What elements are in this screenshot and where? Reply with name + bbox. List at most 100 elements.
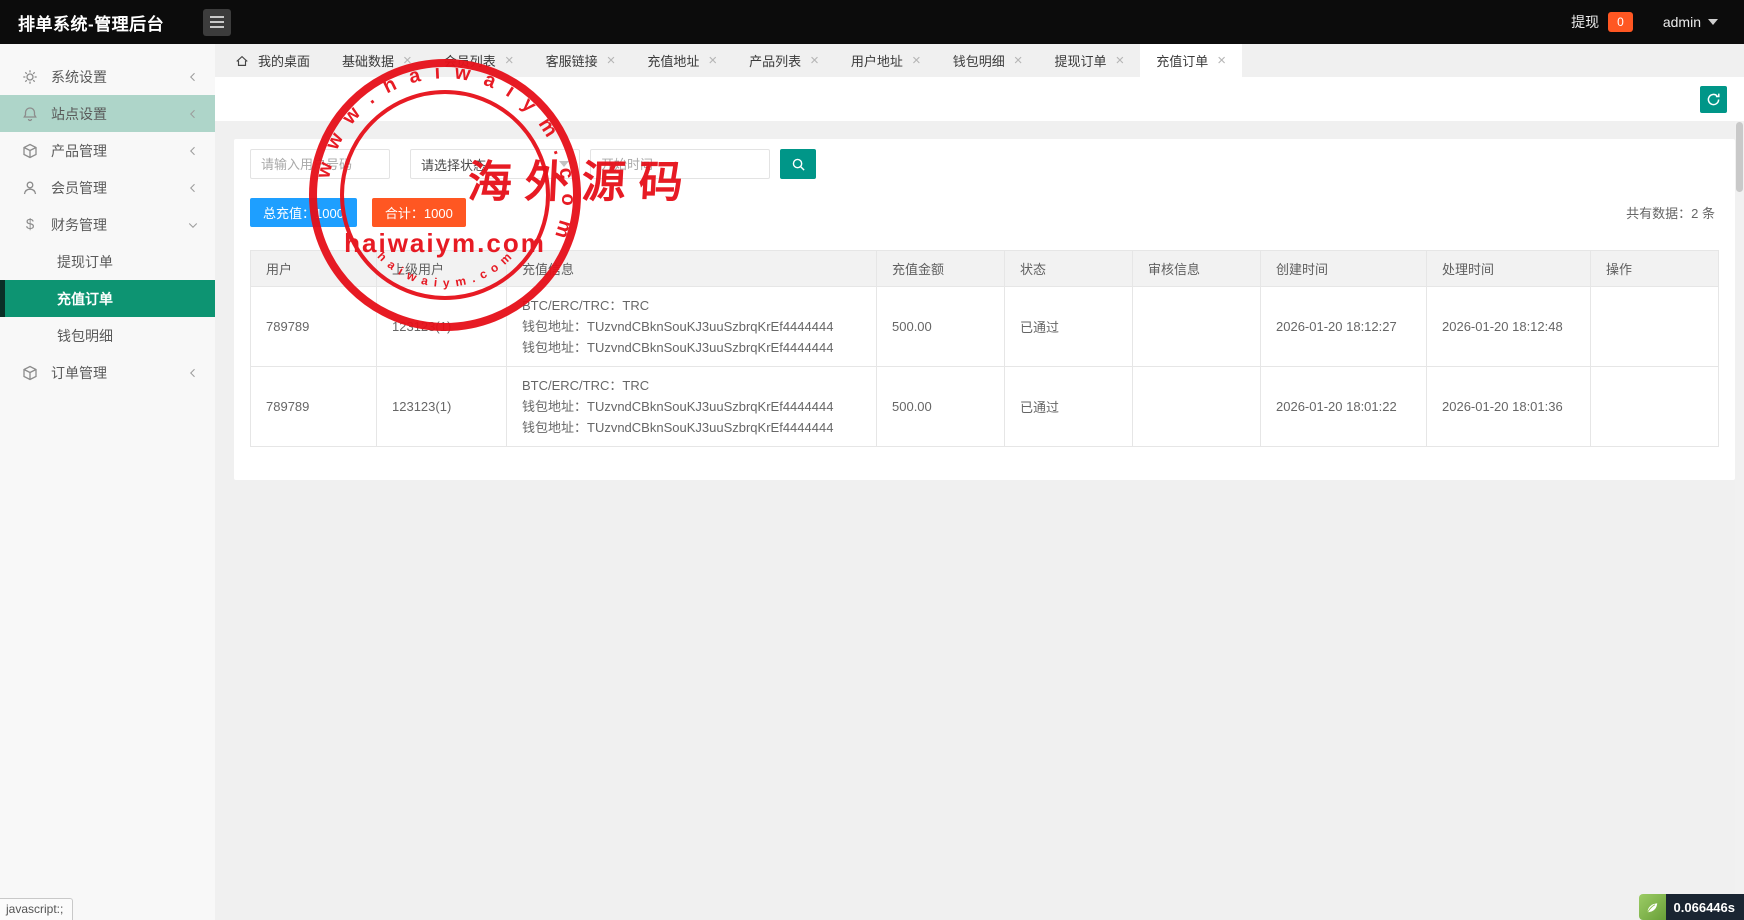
user-number-input[interactable] <box>250 149 390 179</box>
tab-service-link[interactable]: 客服链接 × <box>530 44 632 77</box>
sidebar-subitem-recharge-orders[interactable]: 充值订单 <box>0 280 215 317</box>
col-user: 用户 <box>251 251 377 287</box>
sidebar-subitem-withdraw-orders[interactable]: 提现订单 <box>0 243 215 280</box>
content-area: 请选择状态 总充值：1000 合计：1000 共有数据：2 条 <box>215 121 1744 480</box>
status-select[interactable]: 请选择状态 <box>410 149 580 179</box>
package-icon <box>22 143 38 159</box>
home-icon <box>235 54 249 68</box>
close-icon[interactable]: × <box>403 53 412 68</box>
close-icon[interactable]: × <box>1014 53 1023 68</box>
tab-recharge-orders[interactable]: 充值订单 × <box>1140 44 1242 77</box>
close-icon[interactable]: × <box>607 53 616 68</box>
finance-submenu: 提现订单 充值订单 钱包明细 <box>0 243 215 354</box>
tab-member-list[interactable]: 会员列表 × <box>428 44 530 77</box>
user-icon <box>22 180 38 196</box>
chevron-left-icon <box>187 108 199 120</box>
refresh-button[interactable] <box>1700 86 1727 113</box>
tab-label: 提现订单 <box>1054 51 1106 70</box>
sidebar-item-site-settings[interactable]: 站点设置 <box>0 95 215 132</box>
orders-table: 用户 上级用户 充值信息 充值金额 状态 审核信息 创建时间 处理时间 操作 7… <box>250 250 1719 447</box>
close-icon[interactable]: × <box>505 53 514 68</box>
start-time-input[interactable] <box>590 149 770 179</box>
chevron-left-icon <box>187 145 199 157</box>
package-icon <box>22 365 38 381</box>
tab-home[interactable]: 我的桌面 <box>219 44 326 77</box>
topbar: 排单系统-管理后台 提现 0 admin <box>0 0 1744 44</box>
topbar-right: 提现 0 admin <box>1571 12 1744 32</box>
scrollbar-thumb[interactable] <box>1736 122 1743 192</box>
chevron-left-icon <box>187 182 199 194</box>
runtime-badge: 0.066446s <box>1639 894 1744 920</box>
sidebar-item-order-management[interactable]: 订单管理 <box>0 354 215 391</box>
sidebar-item-label: 财务管理 <box>51 215 187 235</box>
stat-row: 总充值：1000 合计：1000 共有数据：2 条 <box>250 198 1717 227</box>
col-parent-user: 上级用户 <box>377 251 507 287</box>
sum-button[interactable]: 合计：1000 <box>372 198 466 227</box>
tab-label: 客服链接 <box>546 51 598 70</box>
cell-amount: 500.00 <box>877 287 1005 367</box>
cell-actions <box>1591 287 1719 367</box>
cell-user: 789789 <box>251 367 377 447</box>
close-icon[interactable]: × <box>708 53 717 68</box>
app-title: 排单系统-管理后台 <box>0 10 197 35</box>
sidebar-item-product-management[interactable]: 产品管理 <box>0 132 215 169</box>
sidebar: 系统设置 站点设置 产品管理 会员管理 $ 财务管理 <box>0 44 215 920</box>
close-icon[interactable]: × <box>912 53 921 68</box>
cell-amount: 500.00 <box>877 367 1005 447</box>
col-created-time: 创建时间 <box>1261 251 1427 287</box>
main-area: 我的桌面 基础数据 × 会员列表 × 客服链接 × 充值地址 × 产品列表 × … <box>215 44 1744 920</box>
dollar-icon: $ <box>22 217 38 233</box>
hamburger-icon <box>210 21 224 23</box>
chevron-left-icon <box>187 367 199 379</box>
cell-actions <box>1591 367 1719 447</box>
col-audit-info: 审核信息 <box>1133 251 1261 287</box>
status-select-value: 请选择状态 <box>421 155 486 174</box>
gear-icon <box>22 69 38 85</box>
withdraw-menu[interactable]: 提现 0 <box>1571 12 1633 32</box>
recharge-orders-panel: 请选择状态 总充值：1000 合计：1000 共有数据：2 条 <box>234 139 1735 480</box>
tab-user-address[interactable]: 用户地址 × <box>835 44 937 77</box>
close-icon[interactable]: × <box>1217 53 1226 68</box>
close-icon[interactable]: × <box>810 53 819 68</box>
tab-label: 用户地址 <box>851 51 903 70</box>
user-menu[interactable]: admin <box>1663 14 1718 30</box>
cell-processed-time: 2026-01-20 18:01:36 <box>1427 367 1591 447</box>
bell-icon <box>22 106 38 122</box>
sidebar-item-member-management[interactable]: 会员管理 <box>0 169 215 206</box>
sidebar-item-label: 订单管理 <box>51 363 187 383</box>
sidebar-item-system-settings[interactable]: 系统设置 <box>0 58 215 95</box>
cell-created-time: 2026-01-20 18:01:22 <box>1261 367 1427 447</box>
tabbar: 我的桌面 基础数据 × 会员列表 × 客服链接 × 充值地址 × 产品列表 × … <box>215 44 1744 77</box>
tab-product-list[interactable]: 产品列表 × <box>733 44 835 77</box>
tab-label: 充值地址 <box>647 51 699 70</box>
cell-recharge-info: BTC/ERC/TRC：TRC 钱包地址：TUzvndCBknSouKJ3uuS… <box>507 367 877 447</box>
tab-label: 充值订单 <box>1156 51 1208 70</box>
sidebar-item-label: 站点设置 <box>51 104 187 124</box>
close-icon[interactable]: × <box>1116 53 1125 68</box>
sidebar-item-finance-management[interactable]: $ 财务管理 <box>0 206 215 243</box>
tab-recharge-address[interactable]: 充值地址 × <box>631 44 733 77</box>
tab-label: 我的桌面 <box>258 51 310 70</box>
wallet-address: 钱包地址：TUzvndCBknSouKJ3uuSzbrqKrEf4444444 <box>522 396 861 417</box>
sidebar-toggle-button[interactable] <box>203 9 231 36</box>
withdraw-label: 提现 <box>1571 12 1599 32</box>
cell-parent-user: 123123(1) <box>377 367 507 447</box>
tab-withdraw-orders[interactable]: 提现订单 × <box>1038 44 1140 77</box>
table-row: 789789 123123(1) BTC/ERC/TRC：TRC 钱包地址：TU… <box>251 367 1719 447</box>
tab-basic-data[interactable]: 基础数据 × <box>326 44 428 77</box>
total-recharge-button[interactable]: 总充值：1000 <box>250 198 357 227</box>
search-icon <box>791 157 806 172</box>
cell-recharge-info: BTC/ERC/TRC：TRC 钱包地址：TUzvndCBknSouKJ3uuS… <box>507 287 877 367</box>
cell-processed-time: 2026-01-20 18:12:48 <box>1427 287 1591 367</box>
tab-wallet-details[interactable]: 钱包明细 × <box>937 44 1039 77</box>
col-status: 状态 <box>1005 251 1133 287</box>
sidebar-item-label: 系统设置 <box>51 67 187 87</box>
sidebar-subitem-label: 钱包明细 <box>57 326 113 346</box>
chevron-down-icon <box>559 161 569 167</box>
recharge-chain: BTC/ERC/TRC：TRC <box>522 375 861 396</box>
link-status-bubble: javascript:; <box>0 898 73 920</box>
col-recharge-info: 充值信息 <box>507 251 877 287</box>
sidebar-subitem-wallet-details[interactable]: 钱包明细 <box>0 317 215 354</box>
search-button[interactable] <box>780 149 816 179</box>
cell-created-time: 2026-01-20 18:12:27 <box>1261 287 1427 367</box>
